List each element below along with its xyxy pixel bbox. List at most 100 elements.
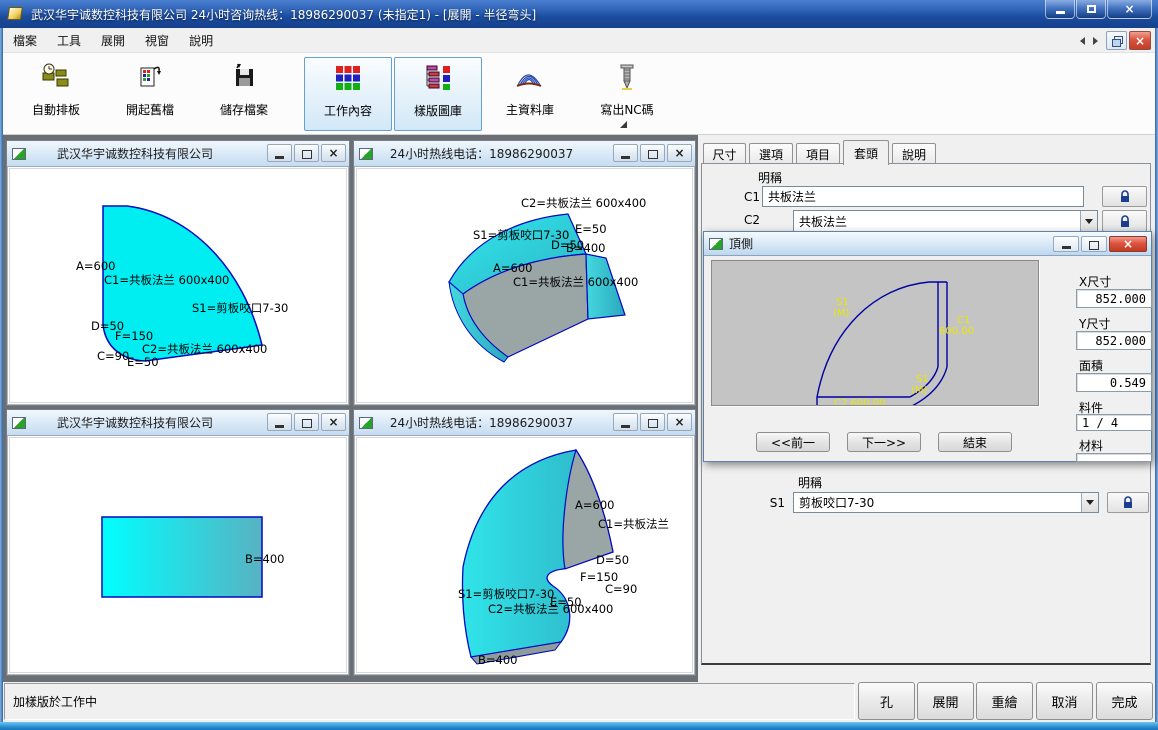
tab-dimensions[interactable]: 尺寸 xyxy=(703,143,746,164)
toolbar-auto-nest-button[interactable]: 自動排板 xyxy=(13,57,99,131)
svg-text:C2=共板法兰 600x400: C2=共板法兰 600x400 xyxy=(488,602,613,616)
status-text: 加樣版於工作中 xyxy=(13,693,97,710)
end-button[interactable]: 結束 xyxy=(938,432,1012,452)
child-close-button[interactable]: × xyxy=(667,144,692,162)
main-database-icon xyxy=(514,61,546,93)
tab-items[interactable]: 項目 xyxy=(796,143,840,164)
toolbar-main-database-button[interactable]: 主資料庫 xyxy=(487,57,573,131)
svg-text:(M): (M) xyxy=(911,385,928,396)
svg-text:A=600: A=600 xyxy=(493,261,532,275)
save-file-icon xyxy=(230,61,258,93)
dialog-close-button[interactable]: × xyxy=(1109,236,1147,252)
restore-icon xyxy=(1089,240,1099,249)
child-restore-button[interactable] xyxy=(640,144,665,162)
child-minimize-button[interactable] xyxy=(613,144,638,162)
child-close-button[interactable]: × xyxy=(667,413,692,431)
c2-lock-button[interactable] xyxy=(1102,210,1147,232)
child-minimize-button[interactable] xyxy=(267,413,292,431)
svg-text:A=600: A=600 xyxy=(76,259,115,273)
svg-text:C=90: C=90 xyxy=(97,349,129,363)
svg-text:B=400: B=400 xyxy=(478,653,517,667)
dialog-title-bar[interactable]: 頂側 × xyxy=(704,232,1151,256)
finish-button[interactable]: 完成 xyxy=(1096,682,1153,720)
child-window-title: 武汉华宇诚数控科技有限公司 xyxy=(7,414,263,431)
unfold-button[interactable]: 展開 xyxy=(917,682,974,720)
c2-combobox[interactable]: 共板法兰 xyxy=(793,210,1098,232)
s1-combobox[interactable]: 剪板咬口7-30 xyxy=(793,492,1099,513)
dropdown-button[interactable] xyxy=(1080,211,1097,231)
close-icon: × xyxy=(1123,238,1133,250)
mdi-window-3d-front: 24小时热线电话：18986290037 × A=600 C1=共板 xyxy=(353,409,696,676)
tab-options[interactable]: 選項 xyxy=(749,143,793,164)
hole-button[interactable]: 孔 xyxy=(858,682,915,720)
toolbar-export-nc-button[interactable]: 寫出NC碼 xyxy=(581,57,673,131)
tab-notes[interactable]: 說明 xyxy=(892,143,936,164)
child-title-bar[interactable]: 武汉华宇诚数控科技有限公司 × xyxy=(7,141,349,167)
maximize-button[interactable] xyxy=(1076,0,1106,19)
s1-lock-button[interactable] xyxy=(1107,492,1149,513)
minimize-button[interactable] xyxy=(1045,0,1075,19)
status-bar: 加樣版於工作中 孔 展開 重繪 取消 完成 xyxy=(3,682,1155,722)
x-size-value: 852.000 xyxy=(1076,289,1152,308)
dialog-restore-button[interactable] xyxy=(1081,236,1107,252)
minimize-icon xyxy=(621,425,630,428)
drawing-canvas-3d-front[interactable]: A=600 C1=共板法兰 D=50 F=150 C=90 S1=剪板咬口7-3… xyxy=(356,437,693,673)
c1-value-field[interactable]: 共板法兰 xyxy=(762,186,1084,207)
svg-text:S1: S1 xyxy=(836,297,849,308)
toolbar-template-library-button[interactable]: 樣版圖庫 xyxy=(394,57,482,131)
window-frame-left xyxy=(0,28,3,722)
restore-icon xyxy=(648,149,658,158)
svg-text:C2=共板法兰 600x400: C2=共板法兰 600x400 xyxy=(521,196,646,210)
child-minimize-button[interactable] xyxy=(267,144,292,162)
menu-bar: 檔案 工具 展開 視窗 說明 × xyxy=(3,28,1155,53)
menu-window[interactable]: 視窗 xyxy=(135,28,179,53)
template-library-icon xyxy=(424,62,452,94)
c1-lock-button[interactable] xyxy=(1102,186,1147,207)
child-restore-button[interactable] xyxy=(294,144,319,162)
previous-button[interactable]: <<前一 xyxy=(756,432,830,452)
child-restore-button[interactable] xyxy=(294,413,319,431)
toolbar: 自動排板 開起舊檔 xyxy=(3,53,1155,135)
top-view-dialog: 頂側 × S1 (M) C1 600.0 xyxy=(703,231,1152,462)
menu-file[interactable]: 檔案 xyxy=(3,28,47,53)
top-view-canvas[interactable]: S1 (M) C1 600.00 S1 (M) C2 600.00 xyxy=(711,260,1039,406)
svg-text:C1=共板法兰 600x400: C1=共板法兰 600x400 xyxy=(513,275,638,289)
export-nc-icon xyxy=(614,61,640,93)
toolbar-work-content-button[interactable]: 工作內容 xyxy=(304,57,392,131)
menu-help[interactable]: 說明 xyxy=(179,28,223,53)
child-close-button[interactable]: × xyxy=(321,413,346,431)
toolbar-overflow-icon[interactable] xyxy=(620,121,627,128)
next-button[interactable]: 下一>> xyxy=(847,432,921,452)
menu-tools[interactable]: 工具 xyxy=(47,28,91,53)
nav-forward-icon[interactable] xyxy=(1093,37,1098,45)
dialog-minimize-button[interactable] xyxy=(1053,236,1079,252)
child-restore-button[interactable] xyxy=(640,413,665,431)
toolbar-open-file-button[interactable]: 開起舊檔 xyxy=(107,57,193,131)
drawing-canvas-rect[interactable]: B=400 xyxy=(9,437,347,673)
close-icon: × xyxy=(674,416,684,428)
redraw-button[interactable]: 重繪 xyxy=(976,682,1033,720)
area-label: 面積 xyxy=(1079,357,1103,374)
child-title-bar[interactable]: 24小时热线电话：18986290037 × xyxy=(354,410,695,436)
nav-back-icon[interactable] xyxy=(1080,37,1085,45)
child-close-button[interactable]: × xyxy=(321,144,346,162)
svg-text:C2=共板法兰 600x400: C2=共板法兰 600x400 xyxy=(142,342,267,356)
close-button[interactable]: × xyxy=(1107,0,1152,19)
drawing-canvas-flat[interactable]: A=600 C1=共板法兰 600x400 S1=剪板咬口7-30 D=50 F… xyxy=(9,168,347,403)
menu-unfold[interactable]: 展開 xyxy=(91,28,135,53)
svg-text:600.00: 600.00 xyxy=(939,326,974,337)
toolbar-save-file-button[interactable]: 儲存檔案 xyxy=(201,57,287,131)
child-minimize-button[interactable] xyxy=(613,413,638,431)
dropdown-button[interactable] xyxy=(1081,493,1098,512)
child-close-button[interactable]: × xyxy=(1129,31,1151,50)
cancel-button[interactable]: 取消 xyxy=(1036,682,1093,720)
drawing-canvas-3d-top[interactable]: C2=共板法兰 600x400 S1=剪板咬口7-30 E=50 D=50 B=… xyxy=(356,168,693,403)
title-bar: 武汉华宇诚数控科技有限公司 24小时咨询热线：18986290037 (未指定1… xyxy=(0,0,1158,28)
tab-connector[interactable]: 套頭 xyxy=(843,140,889,165)
child-restore-button[interactable] xyxy=(1106,31,1127,50)
y-size-label: Y尺寸 xyxy=(1079,315,1110,332)
child-title-bar[interactable]: 武汉华宇诚数控科技有限公司 × xyxy=(7,410,349,436)
window-frame-bottom xyxy=(0,722,1158,730)
child-title-bar[interactable]: 24小时热线电话：18986290037 × xyxy=(354,141,695,167)
minimize-icon xyxy=(275,425,284,428)
